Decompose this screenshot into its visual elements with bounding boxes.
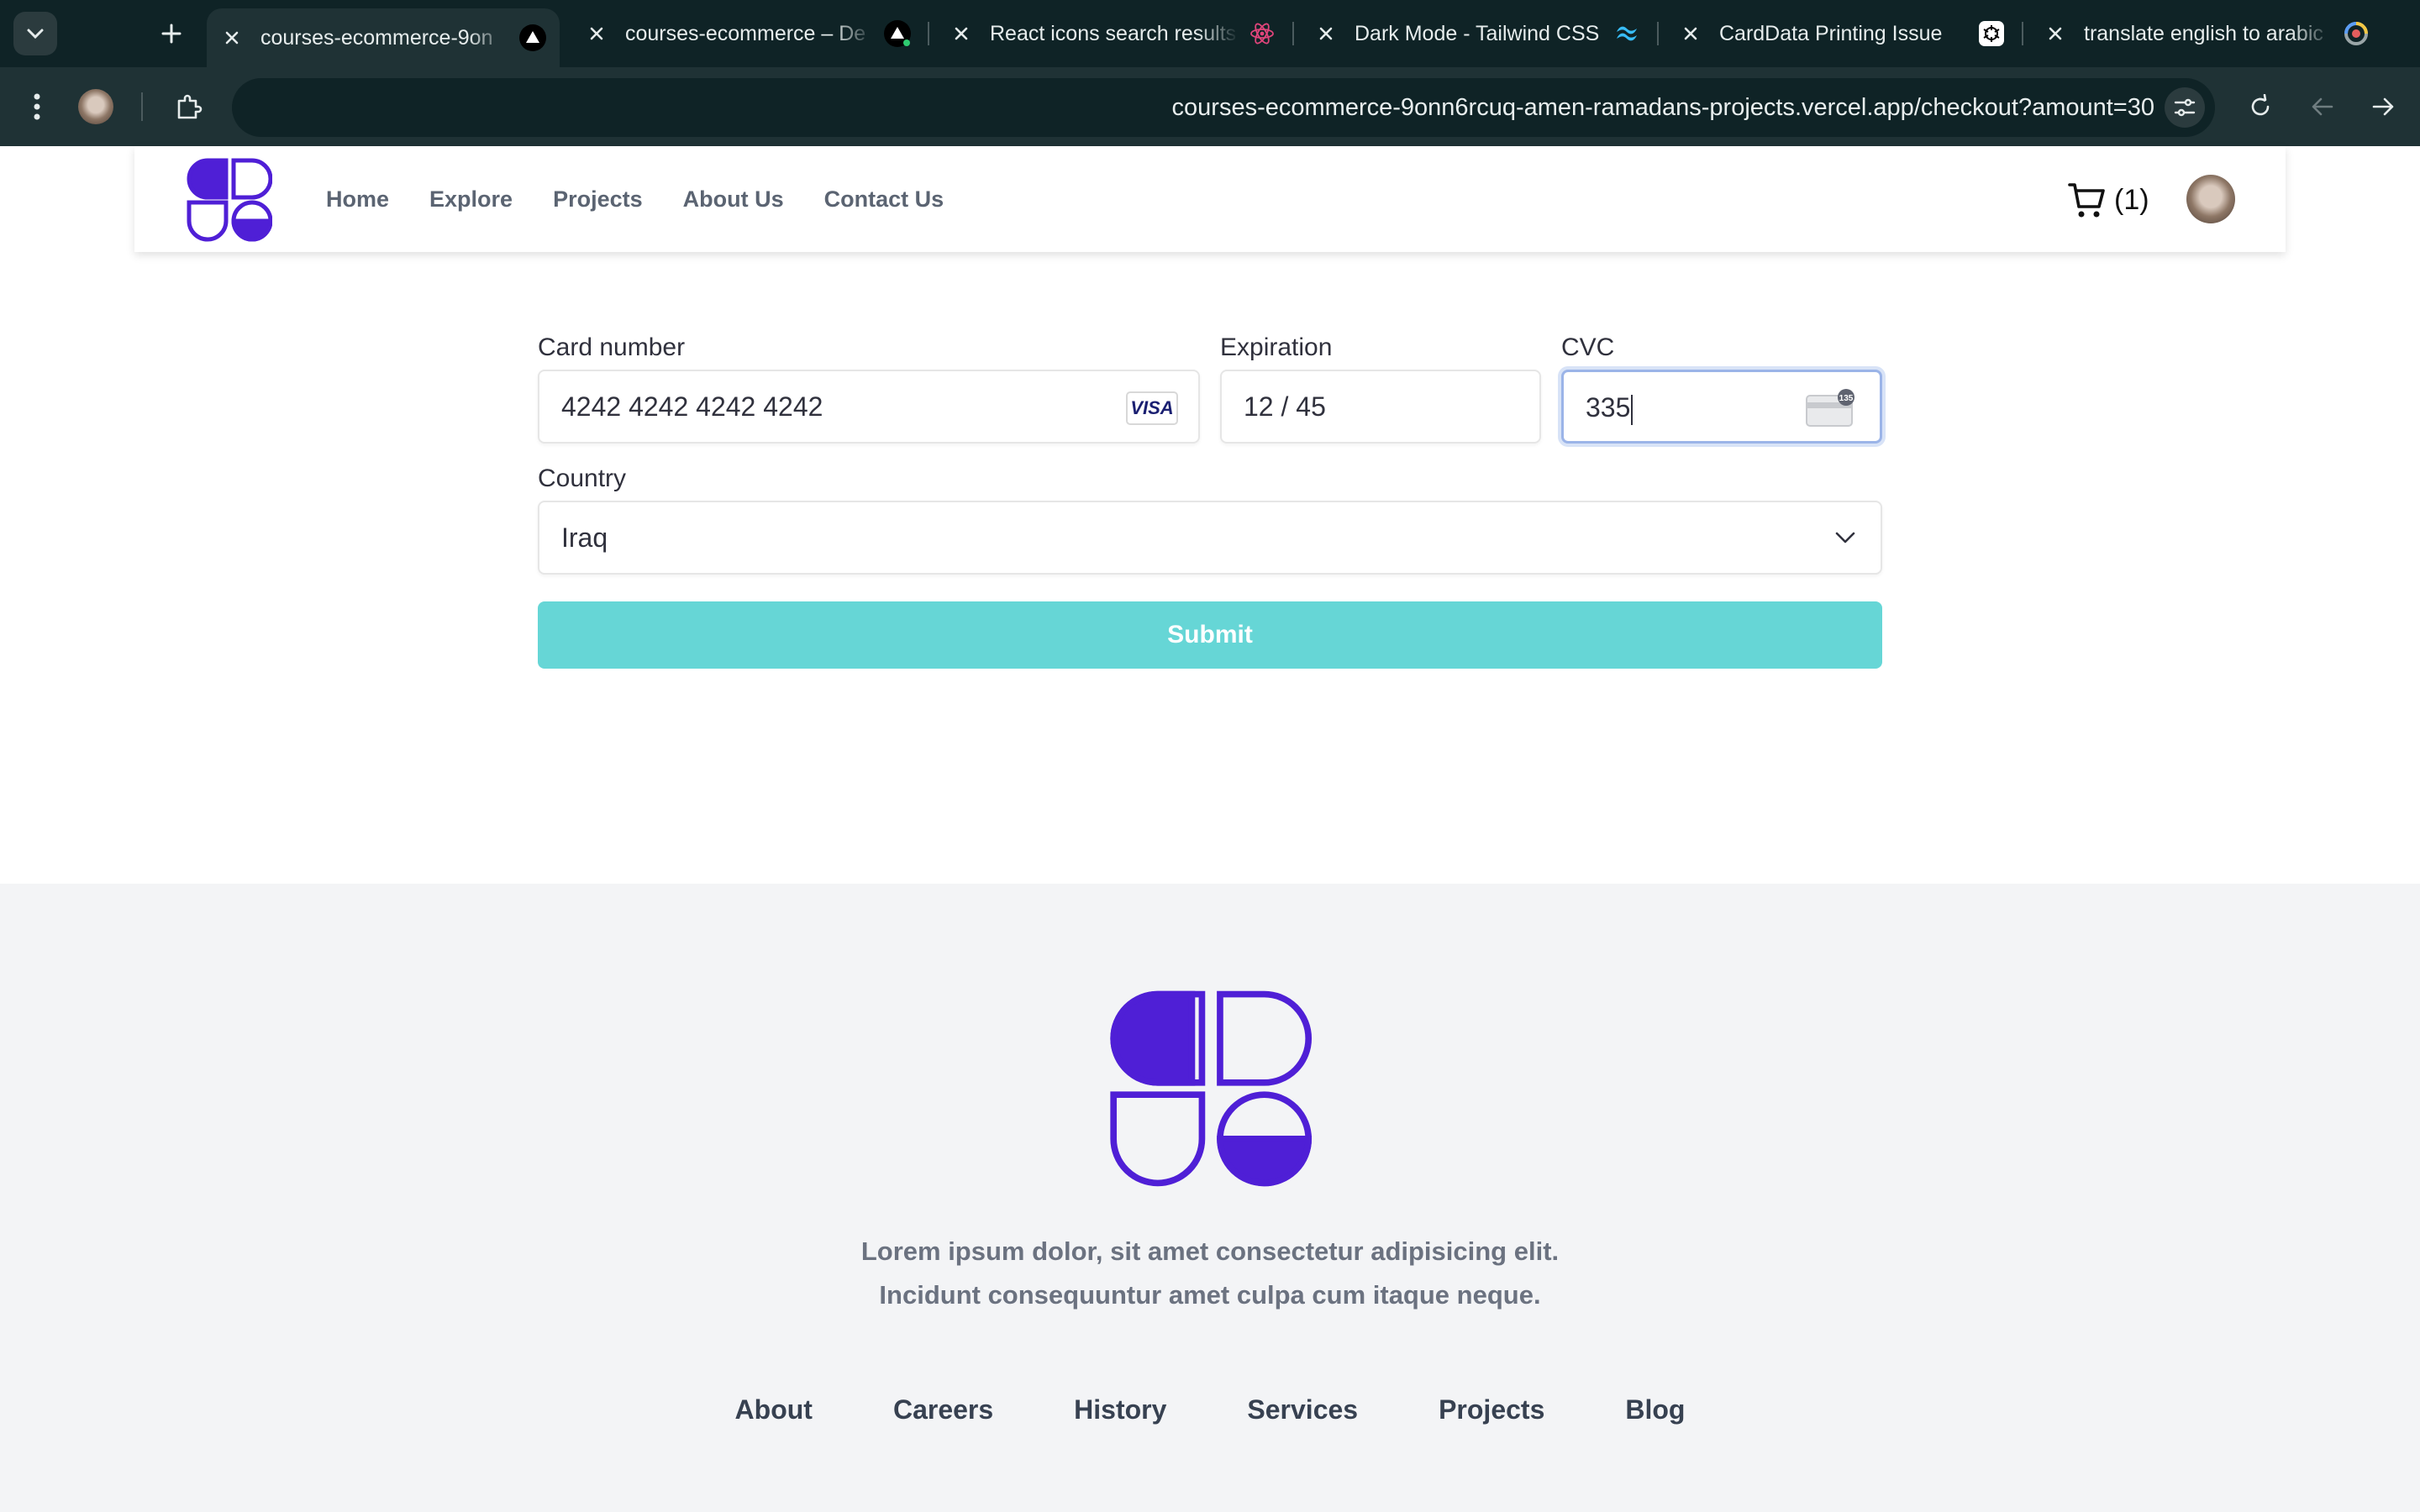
tab-title: CardData Printing Issue — [1719, 21, 1943, 45]
expiration-input[interactable]: 12 / 45 — [1220, 370, 1541, 444]
site-settings-button[interactable] — [2165, 87, 2205, 128]
cvc-card-icon: 135 — [1806, 389, 1854, 427]
tab-separator — [1657, 22, 1659, 45]
cvc-icon-text: 135 — [1839, 394, 1854, 403]
tab-tailwind[interactable]: Dark Mode - Tailwind CSS — [1301, 10, 1654, 57]
expiration-value: 12 / 45 — [1244, 391, 1326, 422]
extensions-button[interactable] — [166, 85, 210, 129]
close-tab-icon[interactable] — [2045, 24, 2065, 44]
brand-logo-icon[interactable] — [1107, 988, 1313, 1189]
more-vertical-icon — [34, 93, 40, 120]
footer-text-line-1: Lorem ipsum dolor, sit amet consectetur … — [860, 1236, 1560, 1266]
tab-strip: courses-ecommerce-9on courses-ecommerce … — [0, 0, 2420, 67]
forward-button[interactable] — [2361, 85, 2405, 129]
close-tab-icon[interactable] — [1316, 24, 1336, 44]
footer-text-line-2: Incidunt consequuntur amet culpa cum ita… — [879, 1280, 1541, 1310]
country-label: Country — [538, 465, 627, 492]
close-tab-icon[interactable] — [587, 24, 607, 44]
tab-separator — [1292, 22, 1294, 45]
tune-icon — [2174, 98, 2196, 117]
footer-link-about[interactable]: About — [735, 1394, 813, 1425]
close-tab-icon[interactable] — [951, 24, 971, 44]
tab-title: courses-ecommerce-9on — [260, 25, 509, 50]
cvc-label: CVC — [1561, 333, 1615, 361]
google-lens-icon — [2343, 20, 2370, 47]
site-footer: Lorem ipsum dolor, sit amet consectetur … — [0, 884, 2420, 1512]
tab-title: translate english to arabic — [2084, 21, 2333, 46]
nav-projects[interactable]: Projects — [553, 186, 643, 213]
visa-card-icon: VISA — [1126, 391, 1178, 425]
cvc-value-wrap: 335 — [1586, 372, 1634, 443]
country-select[interactable]: Iraq — [538, 501, 1882, 575]
submit-button[interactable]: Submit — [538, 601, 1882, 669]
shopping-cart-icon — [2068, 183, 2105, 218]
cart-button[interactable]: (1) — [2067, 180, 2149, 220]
profile-button[interactable] — [74, 85, 118, 129]
footer-description: Lorem ipsum dolor, sit amet consectetur … — [0, 1230, 2420, 1317]
country-value: Iraq — [561, 522, 608, 553]
vercel-triangle-icon — [884, 20, 911, 47]
footer-link-blog[interactable]: Blog — [1625, 1394, 1685, 1425]
tab-separator — [928, 22, 929, 45]
card-number-label: Card number — [538, 333, 686, 361]
address-bar[interactable]: courses-ecommerce-9onn6rcuq-amen-ramadan… — [232, 78, 2215, 137]
footer-link-projects[interactable]: Projects — [1439, 1394, 1544, 1425]
back-button[interactable] — [2301, 85, 2344, 129]
nav-contact-us[interactable]: Contact Us — [824, 186, 944, 213]
main-nav: Home Explore Projects About Us Contact U… — [326, 146, 984, 252]
arrow-right-icon — [2372, 97, 2394, 116]
user-avatar[interactable] — [2186, 175, 2235, 223]
reload-icon — [2251, 94, 2270, 116]
react-icon — [1249, 20, 1276, 47]
site-header: Home Explore Projects About Us Contact U… — [134, 146, 2286, 252]
chevron-down-icon — [27, 29, 44, 39]
footer-link-services[interactable]: Services — [1247, 1394, 1358, 1425]
cart-count: (1) — [2114, 183, 2149, 216]
new-tab-button[interactable] — [150, 12, 193, 55]
tab-google-translate[interactable]: translate english to arabic — [2030, 10, 2383, 57]
chevron-down-icon — [1835, 532, 1855, 543]
tab-search-button[interactable] — [13, 12, 57, 55]
tab-checkout-active[interactable]: courses-ecommerce-9on — [207, 8, 560, 67]
nav-about-us[interactable]: About Us — [683, 186, 784, 213]
tab-separator — [2022, 22, 2023, 45]
card-number-value: 4242 4242 4242 4242 — [561, 391, 823, 422]
toolbar-divider — [141, 92, 143, 121]
menu-button[interactable] — [15, 85, 59, 129]
tab-vercel-dashboard[interactable]: courses-ecommerce – De — [571, 10, 924, 57]
tab-chatgpt[interactable]: CardData Printing Issue — [1665, 10, 2018, 57]
close-tab-icon[interactable] — [1681, 24, 1701, 44]
arrow-left-icon — [2312, 97, 2333, 116]
cvc-input[interactable]: 335 135 — [1561, 370, 1882, 444]
tab-title: React icons search results — [990, 21, 1239, 46]
reload-button[interactable] — [2238, 85, 2282, 129]
tab-title: courses-ecommerce – De — [625, 21, 874, 46]
card-number-input[interactable]: 4242 4242 4242 4242 VISA — [538, 370, 1200, 444]
close-tab-icon[interactable] — [222, 28, 242, 48]
tab-title: Dark Mode - Tailwind CSS — [1355, 21, 1600, 45]
tailwind-icon — [1613, 20, 1640, 47]
text-caret — [1631, 394, 1634, 425]
vercel-triangle-icon — [519, 24, 546, 51]
cvc-value: 335 — [1586, 392, 1631, 423]
nav-explore[interactable]: Explore — [429, 186, 513, 213]
plus-icon — [161, 24, 182, 44]
url-text[interactable]: courses-ecommerce-9onn6rcuq-amen-ramadan… — [1172, 78, 2154, 137]
footer-link-careers[interactable]: Careers — [893, 1394, 993, 1425]
profile-avatar — [78, 89, 113, 124]
tab-react-icons[interactable]: React icons search results — [936, 10, 1289, 57]
footer-nav: About Careers History Services Projects … — [0, 1394, 2420, 1425]
puzzle-icon — [177, 94, 203, 119]
expiration-label: Expiration — [1220, 333, 1333, 361]
footer-link-history[interactable]: History — [1074, 1394, 1166, 1425]
nav-home[interactable]: Home — [326, 186, 389, 213]
brand-logo-icon[interactable] — [187, 158, 272, 242]
openai-icon — [1978, 20, 2005, 47]
